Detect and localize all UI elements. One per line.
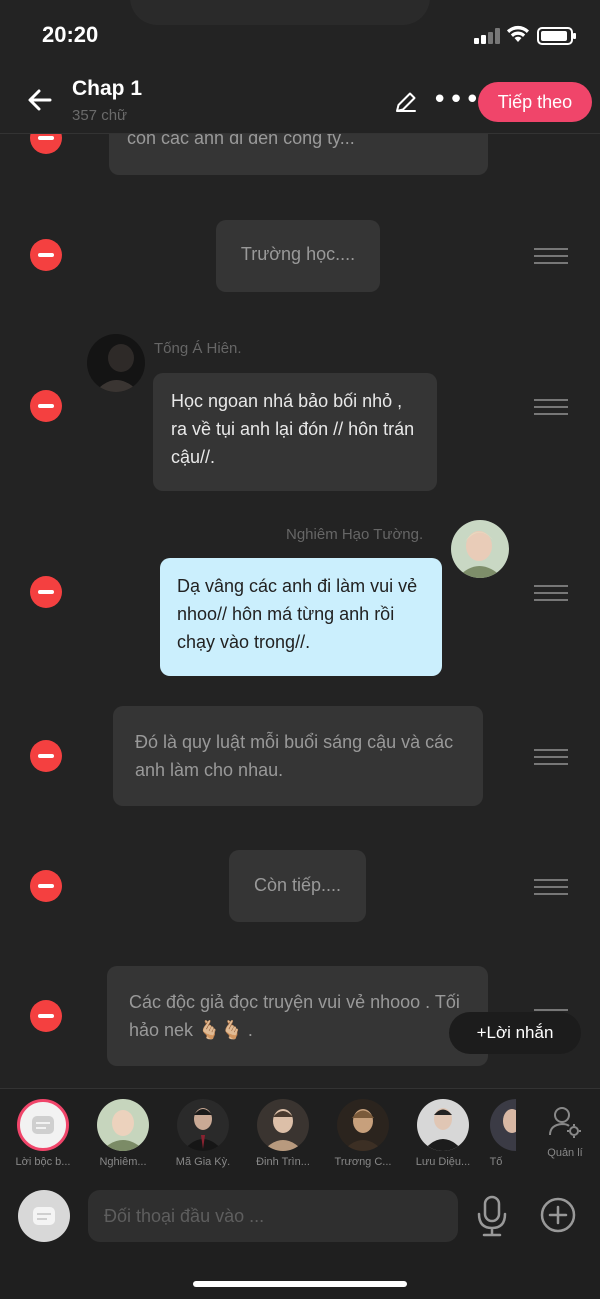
input-bar — [0, 1180, 600, 1299]
character-name: Lưu Diệu... — [415, 1156, 471, 1168]
narration-bubble[interactable]: Các độc giả đọc truyện vui vẻ nhooo . Tố… — [107, 966, 488, 1066]
character-avatar — [97, 1099, 149, 1151]
message-text: Đó là quy luật mỗi buổi sáng cậu và các … — [135, 732, 454, 780]
speaker-avatar[interactable] — [451, 520, 509, 578]
word-count: 357 chữ — [72, 107, 128, 124]
manage-characters-button[interactable]: Quản lí — [538, 1105, 592, 1159]
add-icon[interactable] — [540, 1197, 576, 1233]
character-avatar — [490, 1099, 516, 1151]
speaker-avatar[interactable] — [87, 334, 145, 392]
chapter-header: Chap 1 357 chữ ••• Tiếp theo — [0, 70, 600, 134]
character-item[interactable]: Trương C... — [326, 1099, 400, 1168]
message-row: Nghiêm Hạo Tường. Dạ vâng các anh đi làm… — [0, 520, 600, 680]
chapter-title: Chap 1 — [72, 77, 143, 100]
message-text: Trường học.... — [240, 244, 356, 264]
home-indicator — [193, 1281, 407, 1287]
delete-message-button[interactable] — [30, 239, 62, 271]
drag-handle-icon[interactable] — [534, 399, 568, 415]
delete-message-button[interactable] — [30, 1000, 62, 1032]
character-avatar — [417, 1099, 469, 1151]
message-row: Đó là quy luật mỗi buổi sáng cậu và các … — [0, 706, 600, 806]
edit-pencil-icon[interactable] — [392, 88, 420, 116]
microphone-icon[interactable] — [474, 1194, 510, 1238]
wifi-icon — [507, 25, 529, 42]
manage-user-gear-icon — [549, 1107, 581, 1138]
drag-handle-icon[interactable] — [534, 585, 568, 601]
delete-message-button[interactable] — [30, 740, 62, 772]
narration-avatar — [17, 1099, 69, 1151]
character-item[interactable]: Mã Gia Kỳ. — [166, 1099, 240, 1168]
back-arrow-icon[interactable] — [24, 84, 56, 116]
status-time: 20:20 — [42, 22, 99, 47]
narration-bubble[interactable]: Đó là quy luật mỗi buổi sáng cậu và các … — [113, 706, 483, 806]
dynamic-island — [130, 0, 430, 25]
speaker-name: Nghiêm Hạo Tường. — [286, 526, 424, 543]
delete-message-button[interactable] — [30, 870, 62, 902]
character-name: Tố — [489, 1156, 503, 1168]
status-bar: 20:20 — [0, 0, 600, 70]
battery-icon — [537, 27, 576, 45]
character-bar: Lời bộc b... Nghiêm... Mã Gia Kỳ. Đinh T… — [0, 1088, 600, 1180]
add-note-button[interactable]: +Lời nhắn — [449, 1012, 581, 1054]
narration-toggle-button[interactable] — [18, 1190, 70, 1242]
character-item[interactable]: Đinh Trìn... — [246, 1099, 320, 1168]
message-text: Các độc giả đọc truyện vui vẻ nhooo . Tố… — [129, 992, 460, 1040]
character-name: Mã Gia Kỳ. — [175, 1156, 231, 1168]
message-row: Tống Á Hiên. Học ngoan nhá bảo bối nhỏ ,… — [0, 334, 600, 494]
character-bubble[interactable]: Học ngoan nhá bảo bối nhỏ , ra về tụi an… — [153, 373, 437, 491]
character-item[interactable]: Lưu Diệu... — [406, 1099, 480, 1168]
character-avatar — [337, 1099, 389, 1151]
drag-handle-icon[interactable] — [534, 749, 568, 765]
speaker-name: Tống Á Hiên. — [154, 340, 242, 357]
more-options-icon[interactable]: ••• — [432, 87, 481, 113]
cellular-signal-icon — [474, 28, 500, 44]
character-name: Lời bộc b... — [15, 1156, 71, 1168]
narration-icon — [33, 1207, 55, 1225]
message-text: Dạ vâng các anh đi làm vui vẻ nhoo// hôn… — [177, 576, 418, 652]
narration-bubble[interactable]: Còn tiếp.... — [229, 850, 366, 922]
next-chapter-button[interactable]: Tiếp theo — [478, 82, 592, 122]
narration-bubble[interactable]: Trường học.... — [216, 220, 380, 292]
delete-message-button[interactable] — [30, 390, 62, 422]
message-row: Còn tiếp.... — [0, 850, 600, 922]
character-name: Trương C... — [334, 1156, 392, 1168]
character-avatar — [257, 1099, 309, 1151]
message-text: Còn tiếp.... — [253, 875, 342, 895]
drag-handle-icon[interactable] — [534, 879, 568, 895]
my-message-bubble[interactable]: Dạ vâng các anh đi làm vui vẻ nhoo// hôn… — [160, 558, 442, 676]
drag-handle-icon[interactable] — [534, 248, 568, 264]
character-item[interactable]: Tố — [476, 1099, 516, 1168]
message-row: Trường học.... — [0, 220, 600, 292]
character-narration[interactable]: Lời bộc b... — [6, 1099, 80, 1168]
character-name: Nghiêm... — [99, 1156, 147, 1168]
manage-label: Quản lí — [547, 1147, 583, 1159]
character-avatar — [177, 1099, 229, 1151]
message-text: Học ngoan nhá bảo bối nhỏ , ra về tụi an… — [171, 391, 415, 467]
dialogue-input[interactable] — [88, 1190, 458, 1242]
delete-message-button[interactable] — [30, 576, 62, 608]
character-name: Đinh Trìn... — [256, 1156, 310, 1168]
character-item[interactable]: Nghiêm... — [86, 1099, 160, 1168]
